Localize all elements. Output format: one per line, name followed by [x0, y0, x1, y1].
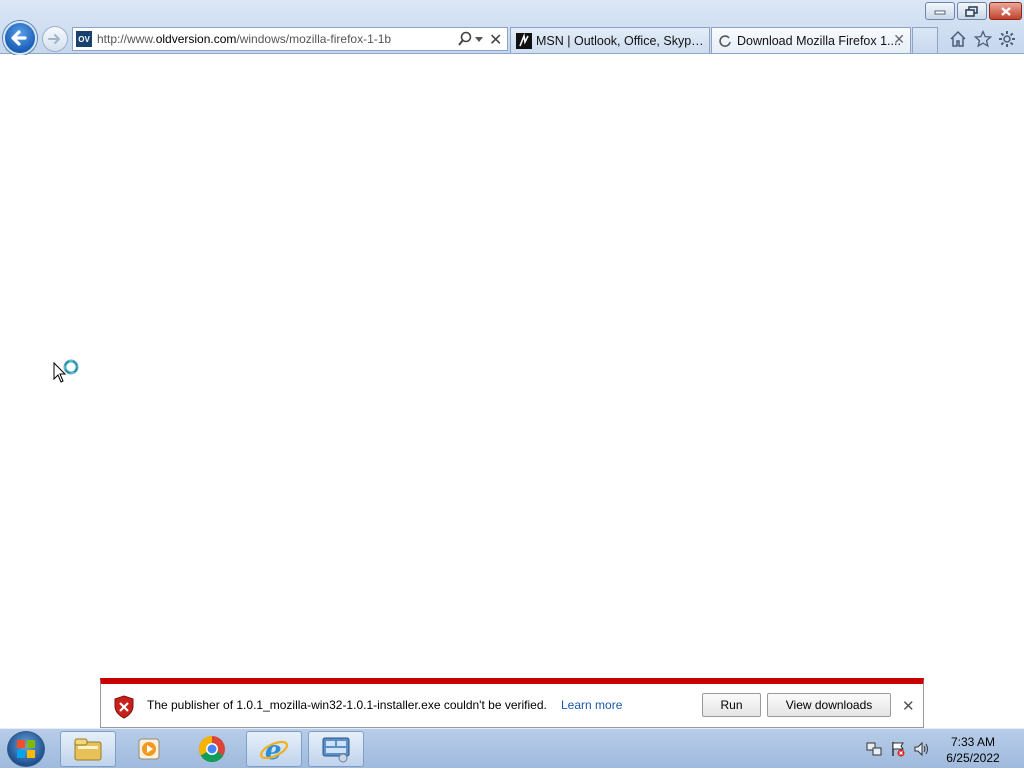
url-scheme: http://www. [97, 32, 156, 46]
stop-icon[interactable]: ✕ [489, 30, 502, 50]
download-notification-bar: The publisher of 1.0.1_mozilla-win32-1.0… [100, 678, 924, 728]
chrome-icon [198, 735, 225, 763]
run-button[interactable]: Run [702, 693, 761, 717]
tools-gear-icon[interactable] [997, 29, 1017, 49]
taskbar-chrome[interactable] [184, 731, 240, 767]
msn-icon [516, 32, 532, 49]
tab-msn[interactable]: MSN | Outlook, Office, Skype, ... [510, 27, 710, 53]
minimize-button[interactable] [925, 2, 955, 20]
view-downloads-button[interactable]: View downloads [767, 693, 891, 717]
taskbar-internet-explorer[interactable]: e [246, 731, 302, 767]
start-button[interactable] [7, 731, 45, 767]
address-url[interactable]: http://www.oldversion.com/windows/mozill… [97, 32, 391, 46]
back-arrow-icon [11, 30, 27, 46]
learn-more-link[interactable]: Learn more [561, 698, 622, 712]
system-clock[interactable]: 7:33 AM 6/25/2022 [936, 734, 1010, 766]
clock-time: 7:33 AM [950, 735, 996, 749]
forward-button[interactable] [42, 26, 68, 52]
address-dropdown-icon[interactable] [475, 37, 483, 42]
media-player-icon [138, 738, 160, 760]
taskbar-windows-explorer[interactable] [60, 731, 116, 767]
svg-text:e: e [265, 736, 282, 764]
loading-icon [717, 33, 733, 49]
tab-download-firefox[interactable]: Download Mozilla Firefox 1.... ✕ [711, 27, 911, 53]
action-center-flag-icon[interactable] [890, 741, 906, 757]
busy-cursor-icon [53, 358, 81, 393]
close-window-button[interactable] [989, 2, 1022, 20]
site-favicon: OV [76, 31, 92, 47]
close-tab-icon[interactable]: ✕ [893, 31, 905, 48]
taskbar-control-panel[interactable] [308, 731, 364, 767]
taskbar-media-player[interactable] [122, 731, 178, 767]
control-panel-icon [322, 737, 350, 763]
windows-logo-icon [17, 740, 35, 758]
tab-label: Download Mozilla Firefox 1.... [737, 33, 901, 48]
url-host: oldversion.com [155, 32, 237, 46]
url-path: /windows/mozilla-firefox-1-1b [236, 32, 392, 46]
shield-warning-icon [113, 695, 135, 724]
address-bar[interactable]: OV http://www.oldversion.com/windows/moz… [72, 27, 508, 51]
notification-message: The publisher of 1.0.1_mozilla-win32-1.0… [147, 698, 547, 712]
clock-date: 6/25/2022 [946, 751, 1000, 765]
windows-explorer-icon [74, 738, 102, 761]
back-button[interactable] [3, 21, 37, 55]
forward-arrow-icon [48, 34, 60, 44]
favorites-star-icon[interactable] [973, 29, 993, 49]
taskbar: e 7:33 AM 6/25/2022 [0, 728, 1024, 768]
page-content [0, 55, 1024, 728]
home-icon[interactable] [948, 29, 968, 49]
browser-toolbar: OV http://www.oldversion.com/windows/moz… [0, 0, 1024, 55]
tab-label: MSN | Outlook, Office, Skype, ... [536, 33, 709, 48]
restore-button[interactable] [957, 2, 987, 20]
network-icon[interactable] [866, 741, 882, 757]
volume-icon[interactable] [914, 741, 930, 757]
search-icon[interactable] [457, 31, 473, 52]
new-tab-button[interactable] [912, 27, 938, 53]
close-notification-icon[interactable]: ✕ [902, 697, 915, 715]
internet-explorer-icon: e [259, 736, 289, 764]
